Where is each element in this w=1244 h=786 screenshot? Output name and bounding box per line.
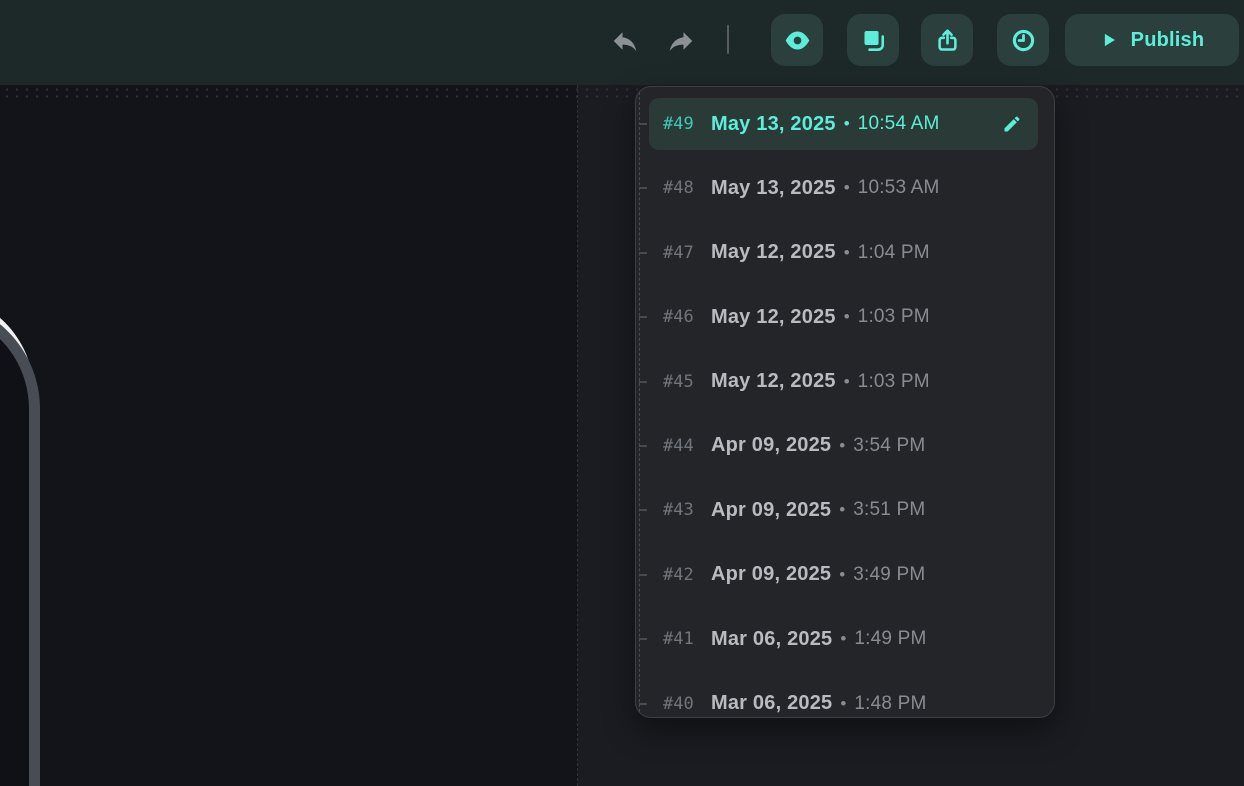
timeline-tick xyxy=(639,509,647,511)
preview-button[interactable] xyxy=(771,14,823,66)
version-number: #46 xyxy=(663,307,711,327)
duplicate-button[interactable] xyxy=(847,14,899,66)
version-number: #43 xyxy=(663,500,711,520)
version-number: #47 xyxy=(663,243,711,263)
version-separator: • xyxy=(844,372,850,392)
version-time: 3:51 PM xyxy=(853,499,925,521)
version-row[interactable]: #41 Mar 06, 2025 • 1:49 PM xyxy=(649,613,1038,665)
version-time: 3:54 PM xyxy=(853,435,925,457)
version-number: #40 xyxy=(663,694,711,714)
timeline-tick xyxy=(639,123,647,125)
version-separator: • xyxy=(840,694,846,714)
timeline-tick xyxy=(639,703,647,705)
history-button[interactable] xyxy=(997,14,1049,66)
version-time: 1:48 PM xyxy=(854,693,926,715)
redo-button[interactable] xyxy=(666,26,696,56)
pencil-icon xyxy=(1002,114,1022,134)
version-list: #49 May 13, 2025 • 10:54 AM #48 May 13, … xyxy=(649,98,1038,718)
version-separator: • xyxy=(839,565,845,585)
copy-pages-icon xyxy=(860,27,887,54)
version-date: May 13, 2025 xyxy=(711,113,836,136)
eye-icon xyxy=(784,27,811,54)
version-date: Apr 09, 2025 xyxy=(711,499,831,522)
version-separator: • xyxy=(844,178,850,198)
version-separator: • xyxy=(839,500,845,520)
version-row[interactable]: #46 May 12, 2025 • 1:03 PM xyxy=(649,291,1038,343)
version-separator: • xyxy=(840,629,846,649)
publish-button[interactable]: Publish xyxy=(1065,14,1239,66)
version-time: 10:53 AM xyxy=(858,177,940,199)
version-row[interactable]: #40 Mar 06, 2025 • 1:48 PM xyxy=(649,678,1038,718)
version-date: May 12, 2025 xyxy=(711,241,836,264)
timeline-tick xyxy=(639,187,647,189)
version-row[interactable]: #47 May 12, 2025 • 1:04 PM xyxy=(649,227,1038,279)
undo-button[interactable] xyxy=(610,26,640,56)
version-time: 1:49 PM xyxy=(854,628,926,650)
timeline-tick xyxy=(639,316,647,318)
publish-label: Publish xyxy=(1131,29,1205,52)
version-number: #41 xyxy=(663,629,711,649)
version-time: 1:03 PM xyxy=(858,371,930,393)
version-date: May 12, 2025 xyxy=(711,306,836,329)
timeline-tick xyxy=(639,381,647,383)
version-row[interactable]: #42 Apr 09, 2025 • 3:49 PM xyxy=(649,549,1038,601)
version-separator: • xyxy=(844,114,850,134)
toolbar-divider xyxy=(727,25,729,54)
version-date: May 13, 2025 xyxy=(711,177,836,200)
version-date: Mar 06, 2025 xyxy=(711,628,832,651)
version-separator: • xyxy=(844,243,850,263)
top-toolbar: Publish xyxy=(0,0,1244,85)
version-date: Apr 09, 2025 xyxy=(711,434,831,457)
version-row[interactable]: #45 May 12, 2025 • 1:03 PM xyxy=(649,356,1038,408)
version-date: Mar 06, 2025 xyxy=(711,692,832,715)
version-row[interactable]: #44 Apr 09, 2025 • 3:54 PM xyxy=(649,420,1038,472)
version-number: #45 xyxy=(663,372,711,392)
version-date: Apr 09, 2025 xyxy=(711,563,831,586)
version-row[interactable]: #49 May 13, 2025 • 10:54 AM xyxy=(649,98,1038,150)
version-date: May 12, 2025 xyxy=(711,370,836,393)
version-number: #48 xyxy=(663,178,711,198)
timeline-tick xyxy=(639,574,647,576)
dot-grid xyxy=(0,85,1244,98)
version-number: #44 xyxy=(663,436,711,456)
version-timeline xyxy=(639,87,640,717)
page-frame xyxy=(0,299,40,786)
share-button[interactable] xyxy=(921,14,973,66)
edit-version-button[interactable] xyxy=(1000,112,1024,136)
version-history-panel: #49 May 13, 2025 • 10:54 AM #48 May 13, … xyxy=(635,86,1055,718)
timeline-tick xyxy=(639,252,647,254)
timeline-tick xyxy=(639,445,647,447)
version-time: 10:54 AM xyxy=(858,113,940,135)
share-up-arrow-icon xyxy=(934,27,961,54)
redo-arrow-icon xyxy=(666,26,696,56)
undo-arrow-icon xyxy=(610,26,640,56)
version-row[interactable]: #48 May 13, 2025 • 10:53 AM xyxy=(649,162,1038,214)
version-separator: • xyxy=(844,307,850,327)
canvas-divider xyxy=(577,85,578,786)
version-row[interactable]: #43 Apr 09, 2025 • 3:51 PM xyxy=(649,484,1038,536)
version-separator: • xyxy=(839,436,845,456)
timeline-tick xyxy=(639,638,647,640)
version-number: #49 xyxy=(663,114,711,134)
canvas-left-pane xyxy=(0,85,578,786)
editor-window: Publish #49 May 13, 2025 • 10:54 AM #48 … xyxy=(0,0,1244,786)
clock-icon xyxy=(1010,27,1037,54)
version-time: 3:49 PM xyxy=(853,564,925,586)
version-time: 1:04 PM xyxy=(858,242,930,264)
canvas xyxy=(0,85,1244,786)
play-icon xyxy=(1100,31,1118,49)
version-time: 1:03 PM xyxy=(858,306,930,328)
version-number: #42 xyxy=(663,565,711,585)
